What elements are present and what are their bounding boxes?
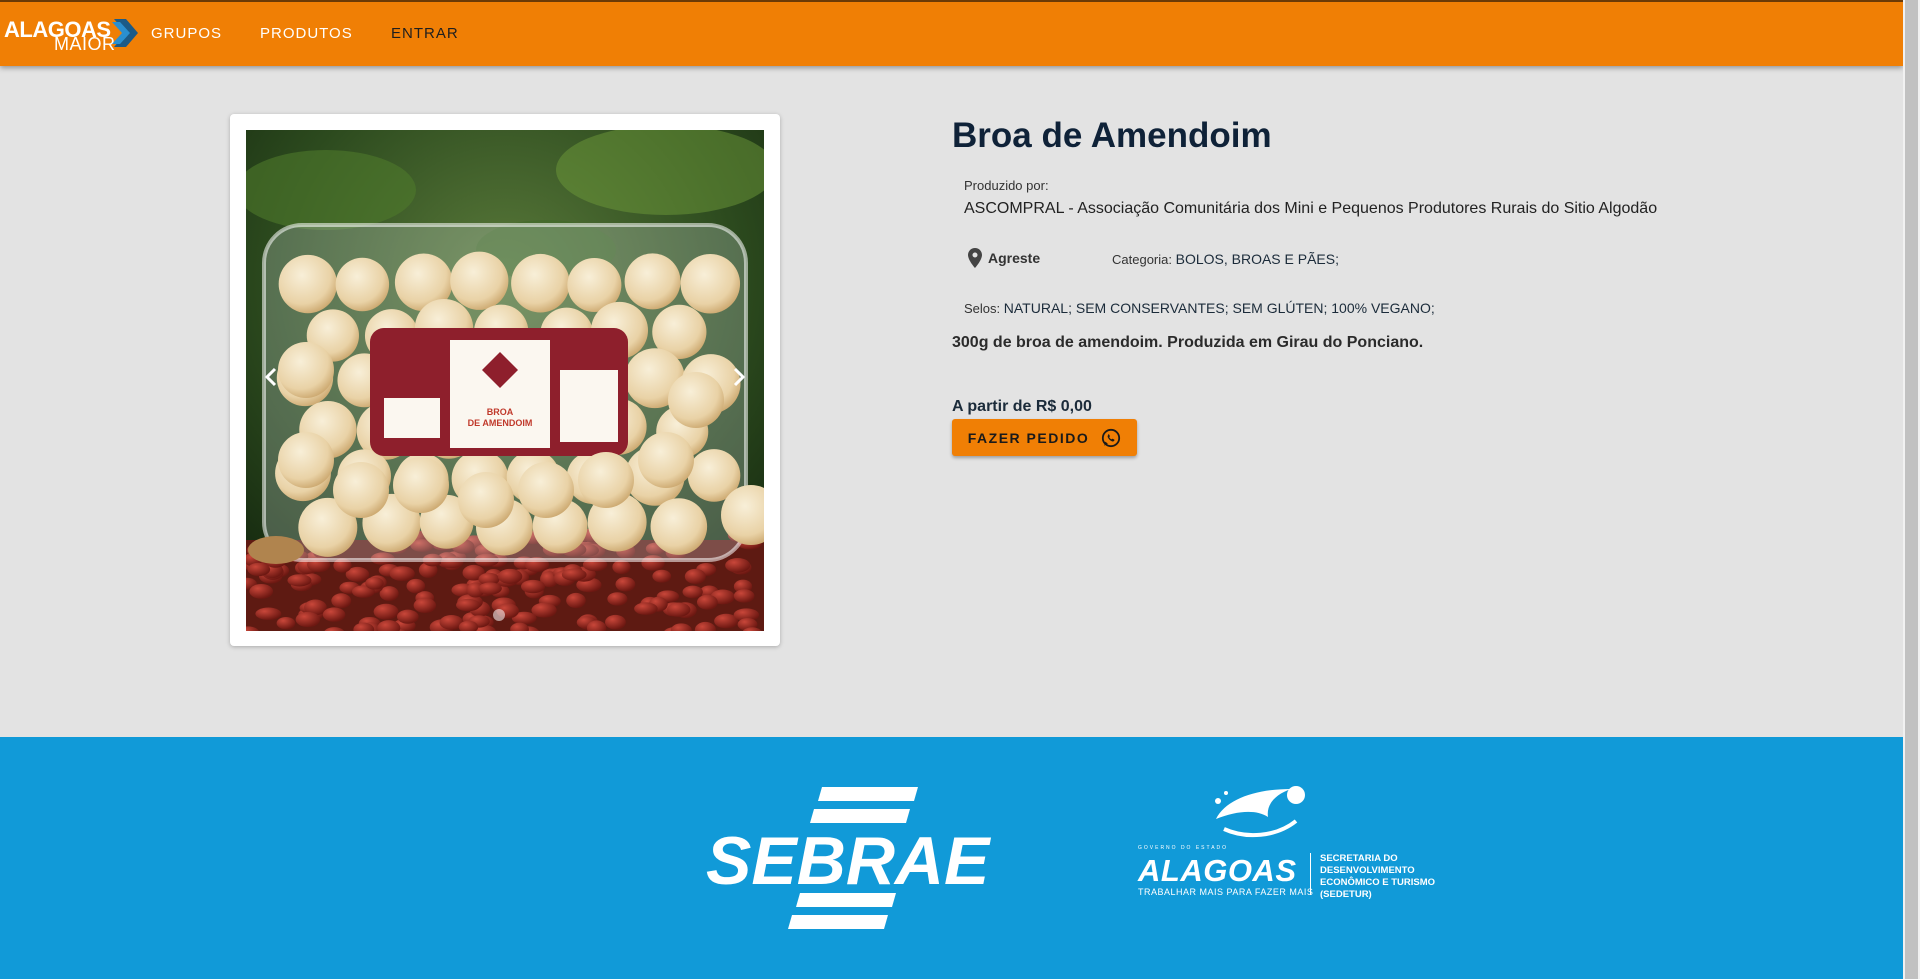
produced-by-label: Produzido por: — [964, 178, 1049, 193]
product-title: Broa de Amendoim — [952, 116, 1272, 155]
carousel-prev-chevron-icon[interactable] — [256, 362, 286, 392]
top-navbar: ALAGOAS MAIOR GRUPOS PRODUTOS ENTRAR — [0, 0, 1903, 66]
page-scrollbar[interactable] — [1903, 0, 1920, 979]
sebrae-logo[interactable]: SEBRAE — [704, 787, 1014, 937]
sebrae-wordmark: SEBRAE — [706, 823, 992, 899]
secretaria-line: ECONÔMICO E TURISMO — [1320, 877, 1436, 888]
logo-bottom-text: MAIOR — [54, 34, 116, 54]
category-label: Categoria: — [1112, 252, 1172, 267]
producer-name: ASCOMPRAL - Associação Comunitária dos M… — [964, 200, 1658, 217]
footer: SEBRAE GOVERNO DO ESTADO ALAGOAS TRABALH… — [0, 737, 1903, 979]
package-label-line1: BROA — [487, 407, 514, 417]
map-pin-icon — [968, 248, 982, 268]
whatsapp-icon — [1102, 428, 1121, 447]
logo-divider — [1310, 853, 1311, 895]
product-description: 300g de broa de amendoim. Produzida em G… — [952, 334, 1424, 351]
alagoas-maior-logo[interactable]: ALAGOAS MAIOR — [4, 17, 138, 54]
region-label: Agreste — [988, 250, 1041, 266]
nav-entrar[interactable]: ENTRAR — [391, 25, 459, 42]
carousel-next-chevron-icon[interactable] — [724, 362, 754, 392]
order-button[interactable]: FAZER PEDIDO — [952, 419, 1137, 456]
gov-small-text: GOVERNO DO ESTADO — [1138, 845, 1229, 851]
secretaria-text: SECRETARIA DO DESENVOLVIMENTO ECONÔMICO … — [1320, 853, 1460, 901]
region-info: Agreste — [968, 248, 1040, 268]
category-info: Categoria: BOLOS, BROAS E PÃES; — [1112, 251, 1339, 267]
product-photo-carousel[interactable]: BROA DE AMENDOIM — [246, 130, 764, 631]
seals-info: Selos: NATURAL; SEM CONSERVANTES; SEM GL… — [964, 300, 1435, 316]
secretaria-line: (SEDETUR) — [1320, 889, 1372, 900]
logo-chevron-icon — [112, 19, 138, 47]
alagoas-tagline: TRABALHAR MAIS PARA FAZER MAIS — [1138, 887, 1314, 897]
secretaria-line: SECRETARIA DO — [1320, 853, 1398, 864]
alagoas-wordmark: ALAGOAS — [1138, 853, 1297, 888]
nav-produtos[interactable]: PRODUTOS — [260, 25, 353, 42]
alagoas-emblem-icon — [1215, 786, 1305, 838]
nav-grupos[interactable]: GRUPOS — [151, 25, 222, 42]
order-button-label: FAZER PEDIDO — [967, 429, 1090, 446]
product-price: A partir de R$ 0,00 — [952, 398, 1092, 415]
secretaria-line: DESENVOLVIMENTO — [1320, 865, 1415, 876]
carousel-dot[interactable] — [493, 609, 505, 621]
category-value: BOLOS, BROAS E PÃES; — [1175, 251, 1340, 267]
seals-label: Selos: — [964, 301, 1001, 316]
package-label-line2: DE AMENDOIM — [468, 418, 533, 428]
carousel-dots — [493, 609, 505, 621]
seals-value: NATURAL; SEM CONSERVANTES; SEM GLÚTEN; 1… — [1003, 300, 1435, 316]
scrollbar-thumb[interactable] — [1905, 0, 1918, 979]
product-photo: BROA DE AMENDOIM — [246, 130, 764, 631]
product-image-card: BROA DE AMENDOIM — [230, 114, 780, 646]
alagoas-government-logo[interactable]: GOVERNO DO ESTADO ALAGOAS TRABALHAR MAIS… — [1136, 786, 1456, 907]
